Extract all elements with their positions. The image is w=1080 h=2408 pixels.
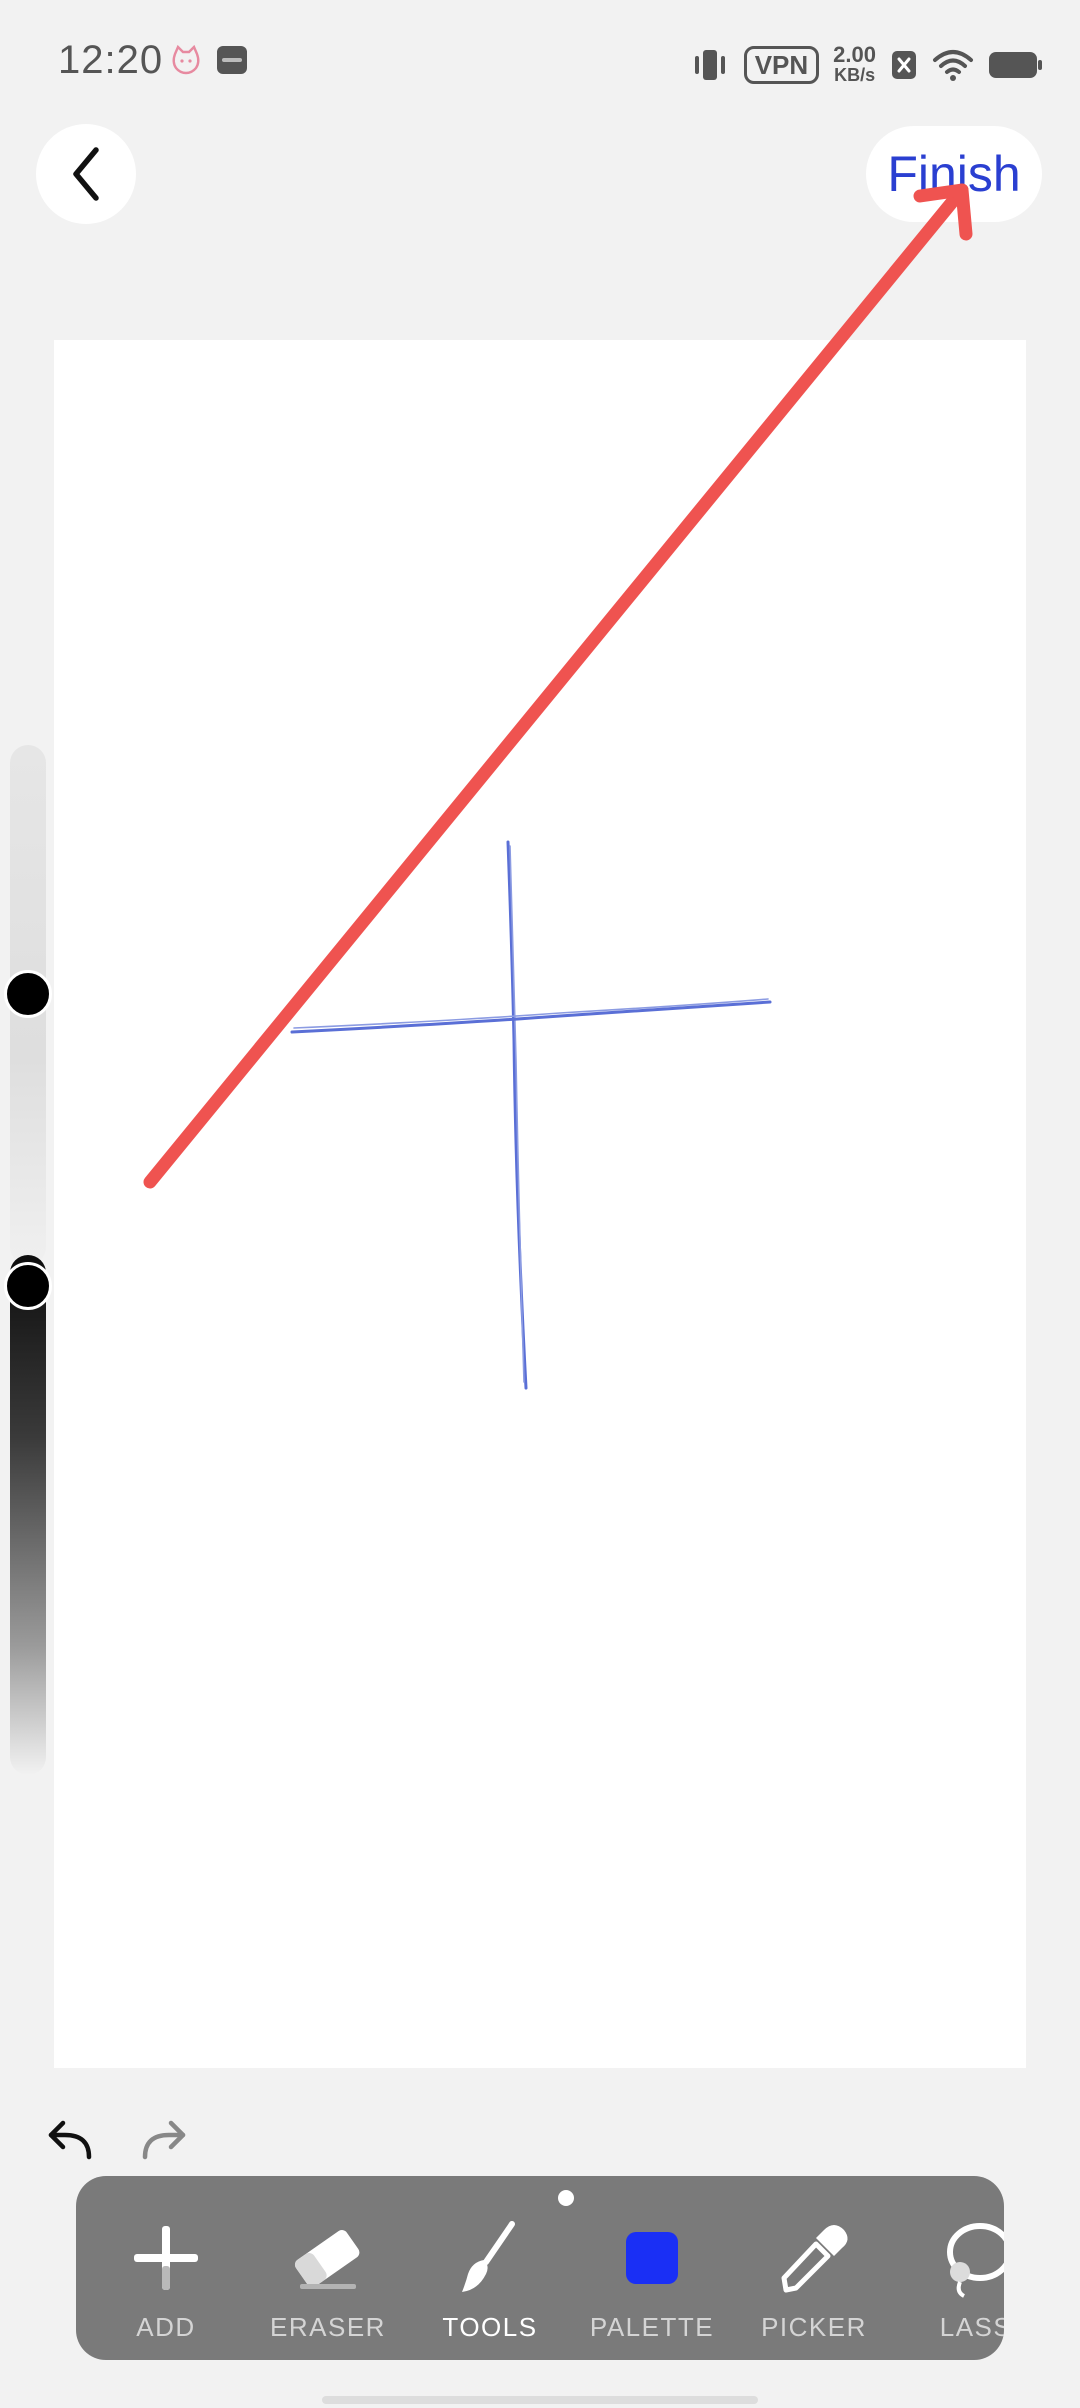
lasso-icon [947, 2223, 1004, 2298]
status-right-cluster: VPN 2.00 KB/s [690, 40, 1044, 90]
tool-palette[interactable]: PALETTE [572, 2216, 732, 2346]
brush-size-slider-handle[interactable] [4, 970, 52, 1018]
tool-add-label: ADD [136, 2312, 196, 2342]
back-button[interactable] [36, 124, 136, 224]
tool-tools-label: TOOLS [442, 2312, 538, 2342]
tool-add[interactable]: ADD [86, 2216, 246, 2346]
tool-palette-label: PALETTE [589, 2312, 715, 2342]
battery-icon [989, 52, 1042, 78]
status-bar: 12:20 VPN 2.00 KB/s [0, 0, 1080, 130]
network-speed: 2.00 KB/s [833, 42, 876, 86]
tool-bar: ADD ERASER TOOLS PALETTE PICKER LASS [76, 2176, 1004, 2360]
eyedropper-icon [781, 2225, 848, 2293]
wifi-icon [933, 50, 973, 81]
plus-icon [134, 2226, 198, 2290]
tool-eraser[interactable]: ERASER [248, 2216, 408, 2346]
network-speed-unit: KB/s [834, 65, 876, 85]
vpn-badge: VPN [743, 46, 820, 84]
brush-opacity-slider-handle[interactable] [4, 1262, 52, 1310]
vivo-app-icon [217, 46, 247, 74]
sim-blocked-icon [892, 51, 916, 79]
cat-notification-icon [172, 44, 200, 75]
active-tool-indicator [558, 2190, 574, 2206]
chevron-left-icon [73, 147, 99, 201]
drawing-canvas[interactable] [54, 340, 1026, 2068]
vibrate-icon [694, 50, 725, 80]
tool-eraser-label: ERASER [270, 2312, 386, 2342]
status-time: 12:20 [58, 38, 164, 82]
brush-opacity-slider[interactable] [10, 1255, 46, 1775]
tool-tools[interactable]: TOOLS [410, 2216, 570, 2346]
brush-icon [462, 2221, 515, 2292]
undo-button[interactable] [42, 2112, 98, 2168]
home-indicator[interactable] [322, 2396, 758, 2404]
redo-icon [142, 2120, 186, 2160]
redo-button[interactable] [136, 2112, 192, 2168]
tool-lasso-label: LASS [939, 2312, 1004, 2342]
eraser-icon [294, 2230, 360, 2289]
undo-icon [48, 2120, 92, 2160]
tool-picker[interactable]: PICKER [734, 2216, 894, 2346]
network-speed-value: 2.00 [833, 42, 876, 67]
tool-picker-label: PICKER [761, 2312, 867, 2342]
finish-button[interactable]: Finish [866, 126, 1042, 222]
palette-swatch-icon [626, 2232, 678, 2284]
tool-lasso[interactable]: LASS [896, 2216, 1004, 2346]
